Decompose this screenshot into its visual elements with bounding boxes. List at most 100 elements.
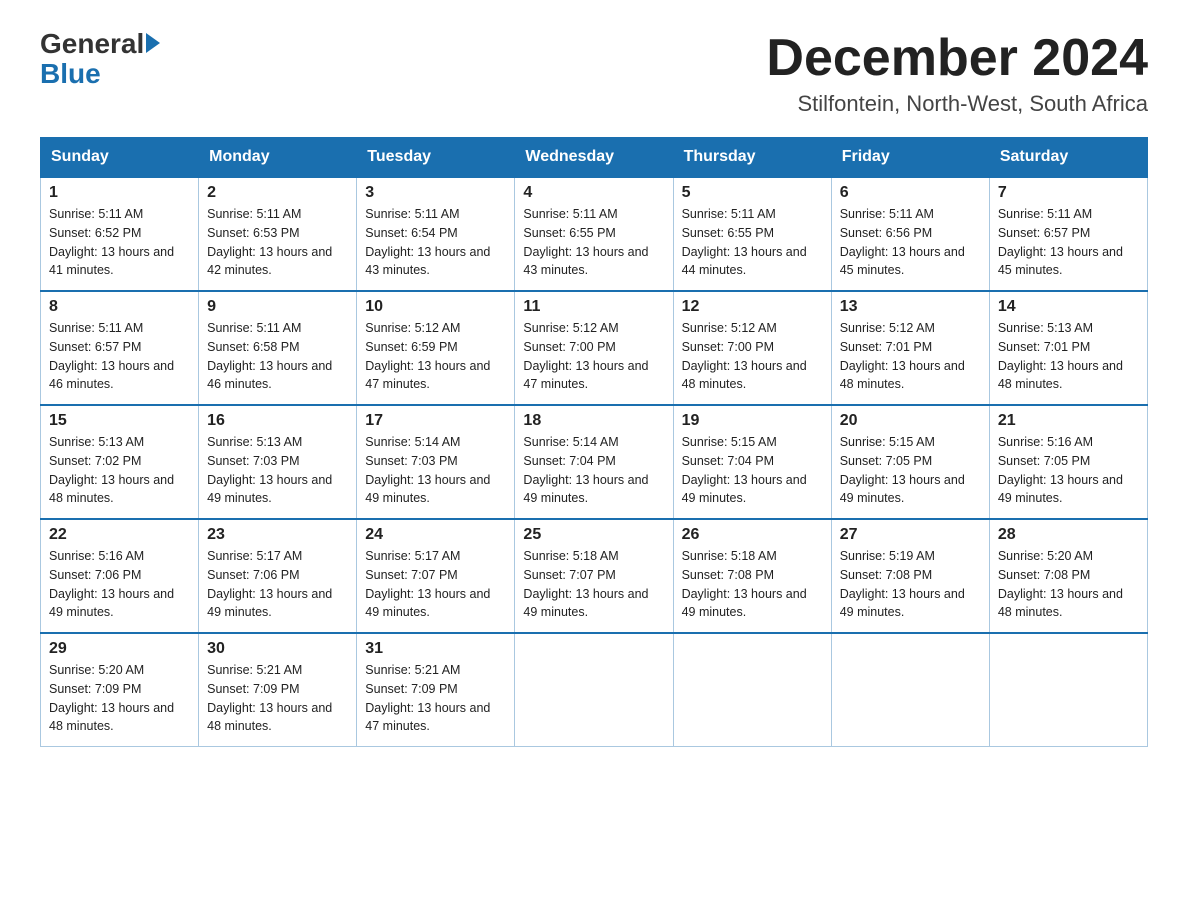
day-cell-10: 10Sunrise: 5:12 AMSunset: 6:59 PMDayligh… [357, 291, 515, 405]
empty-cell [515, 633, 673, 747]
day-number: 3 [365, 184, 506, 202]
day-info: Sunrise: 5:20 AMSunset: 7:09 PMDaylight:… [49, 663, 174, 733]
day-cell-22: 22Sunrise: 5:16 AMSunset: 7:06 PMDayligh… [41, 519, 199, 633]
day-info: Sunrise: 5:17 AMSunset: 7:07 PMDaylight:… [365, 549, 490, 619]
day-number: 13 [840, 298, 981, 316]
day-info: Sunrise: 5:18 AMSunset: 7:08 PMDaylight:… [682, 549, 807, 619]
day-cell-20: 20Sunrise: 5:15 AMSunset: 7:05 PMDayligh… [831, 405, 989, 519]
empty-cell [989, 633, 1147, 747]
day-cell-28: 28 Sunrise: 5:20 AMSunset: 7:08 PMDayligh… [989, 519, 1147, 633]
day-info: Sunrise: 5:13 AMSunset: 7:02 PMDaylight:… [49, 435, 174, 505]
day-info: Sunrise: 5:14 AMSunset: 7:03 PMDaylight:… [365, 435, 490, 505]
day-number: 31 [365, 640, 506, 658]
day-number: 27 [840, 526, 981, 544]
day-info: Sunrise: 5:15 AMSunset: 7:04 PMDaylight:… [682, 435, 807, 505]
day-number: 1 [49, 184, 190, 202]
day-info: Sunrise: 5:18 AMSunset: 7:07 PMDaylight:… [523, 549, 648, 619]
weekday-header-tuesday: Tuesday [357, 138, 515, 178]
logo: General Blue [40, 30, 160, 90]
day-cell-25: 25 Sunrise: 5:18 AMSunset: 7:07 PMDayligh… [515, 519, 673, 633]
week-row-4: 22Sunrise: 5:16 AMSunset: 7:06 PMDayligh… [41, 519, 1148, 633]
day-number: 8 [49, 298, 190, 316]
location-subtitle: Stilfontein, North-West, South Africa [766, 91, 1148, 117]
day-number: 28 [998, 526, 1139, 544]
day-cell-13: 13 Sunrise: 5:12 AMSunset: 7:01 PMDayligh… [831, 291, 989, 405]
day-cell-19: 19 Sunrise: 5:15 AMSunset: 7:04 PMDayligh… [673, 405, 831, 519]
week-row-3: 15Sunrise: 5:13 AMSunset: 7:02 PMDayligh… [41, 405, 1148, 519]
week-row-2: 8 Sunrise: 5:11 AMSunset: 6:57 PMDaylight… [41, 291, 1148, 405]
logo-arrow-icon [146, 33, 160, 53]
day-number: 14 [998, 298, 1139, 316]
week-row-5: 29 Sunrise: 5:20 AMSunset: 7:09 PMDayligh… [41, 633, 1148, 747]
day-info: Sunrise: 5:12 AMSunset: 7:00 PMDaylight:… [682, 321, 807, 391]
day-cell-29: 29 Sunrise: 5:20 AMSunset: 7:09 PMDayligh… [41, 633, 199, 747]
day-cell-18: 18Sunrise: 5:14 AMSunset: 7:04 PMDayligh… [515, 405, 673, 519]
empty-cell [831, 633, 989, 747]
day-number: 12 [682, 298, 823, 316]
day-number: 11 [523, 298, 664, 316]
day-info: Sunrise: 5:17 AMSunset: 7:06 PMDaylight:… [207, 549, 332, 619]
weekday-header-saturday: Saturday [989, 138, 1147, 178]
day-number: 4 [523, 184, 664, 202]
day-info: Sunrise: 5:13 AMSunset: 7:03 PMDaylight:… [207, 435, 332, 505]
logo-blue-text: Blue [40, 58, 160, 90]
day-info: Sunrise: 5:11 AMSunset: 6:58 PMDaylight:… [207, 321, 332, 391]
day-info: Sunrise: 5:21 AMSunset: 7:09 PMDaylight:… [207, 663, 332, 733]
day-number: 10 [365, 298, 506, 316]
day-info: Sunrise: 5:11 AMSunset: 6:55 PMDaylight:… [523, 207, 648, 277]
day-cell-7: 7 Sunrise: 5:11 AMSunset: 6:57 PMDaylight… [989, 177, 1147, 291]
day-cell-11: 11Sunrise: 5:12 AMSunset: 7:00 PMDayligh… [515, 291, 673, 405]
empty-cell [673, 633, 831, 747]
month-title: December 2024 [766, 30, 1148, 87]
weekday-header-row: SundayMondayTuesdayWednesdayThursdayFrid… [41, 138, 1148, 178]
day-number: 7 [998, 184, 1139, 202]
day-cell-14: 14 Sunrise: 5:13 AMSunset: 7:01 PMDayligh… [989, 291, 1147, 405]
day-cell-31: 31Sunrise: 5:21 AMSunset: 7:09 PMDayligh… [357, 633, 515, 747]
day-cell-8: 8 Sunrise: 5:11 AMSunset: 6:57 PMDaylight… [41, 291, 199, 405]
day-info: Sunrise: 5:11 AMSunset: 6:57 PMDaylight:… [49, 321, 174, 391]
day-info: Sunrise: 5:13 AMSunset: 7:01 PMDaylight:… [998, 321, 1123, 391]
day-number: 17 [365, 412, 506, 430]
day-number: 6 [840, 184, 981, 202]
day-cell-30: 30Sunrise: 5:21 AMSunset: 7:09 PMDayligh… [199, 633, 357, 747]
day-cell-21: 21Sunrise: 5:16 AMSunset: 7:05 PMDayligh… [989, 405, 1147, 519]
day-cell-17: 17 Sunrise: 5:14 AMSunset: 7:03 PMDayligh… [357, 405, 515, 519]
logo-general-text: General [40, 30, 144, 58]
title-block: December 2024 Stilfontein, North-West, S… [766, 30, 1148, 117]
day-info: Sunrise: 5:19 AMSunset: 7:08 PMDaylight:… [840, 549, 965, 619]
day-number: 9 [207, 298, 348, 316]
day-info: Sunrise: 5:16 AMSunset: 7:06 PMDaylight:… [49, 549, 174, 619]
calendar-table: SundayMondayTuesdayWednesdayThursdayFrid… [40, 137, 1148, 747]
day-number: 29 [49, 640, 190, 658]
day-info: Sunrise: 5:11 AMSunset: 6:54 PMDaylight:… [365, 207, 490, 277]
day-info: Sunrise: 5:15 AMSunset: 7:05 PMDaylight:… [840, 435, 965, 505]
day-cell-23: 23Sunrise: 5:17 AMSunset: 7:06 PMDayligh… [199, 519, 357, 633]
day-number: 26 [682, 526, 823, 544]
day-info: Sunrise: 5:12 AMSunset: 7:01 PMDaylight:… [840, 321, 965, 391]
day-number: 16 [207, 412, 348, 430]
day-info: Sunrise: 5:11 AMSunset: 6:55 PMDaylight:… [682, 207, 807, 277]
day-cell-6: 6 Sunrise: 5:11 AMSunset: 6:56 PMDaylight… [831, 177, 989, 291]
day-number: 2 [207, 184, 348, 202]
day-cell-15: 15Sunrise: 5:13 AMSunset: 7:02 PMDayligh… [41, 405, 199, 519]
day-number: 25 [523, 526, 664, 544]
day-cell-12: 12 Sunrise: 5:12 AMSunset: 7:00 PMDayligh… [673, 291, 831, 405]
day-cell-2: 2 Sunrise: 5:11 AMSunset: 6:53 PMDaylight… [199, 177, 357, 291]
day-cell-26: 26 Sunrise: 5:18 AMSunset: 7:08 PMDayligh… [673, 519, 831, 633]
day-cell-4: 4 Sunrise: 5:11 AMSunset: 6:55 PMDaylight… [515, 177, 673, 291]
day-number: 19 [682, 412, 823, 430]
day-info: Sunrise: 5:20 AMSunset: 7:08 PMDaylight:… [998, 549, 1123, 619]
day-info: Sunrise: 5:11 AMSunset: 6:53 PMDaylight:… [207, 207, 332, 277]
weekday-header-friday: Friday [831, 138, 989, 178]
week-row-1: 1 Sunrise: 5:11 AMSunset: 6:52 PMDaylight… [41, 177, 1148, 291]
day-cell-5: 5Sunrise: 5:11 AMSunset: 6:55 PMDaylight… [673, 177, 831, 291]
day-info: Sunrise: 5:11 AMSunset: 6:56 PMDaylight:… [840, 207, 965, 277]
day-number: 24 [365, 526, 506, 544]
day-number: 21 [998, 412, 1139, 430]
weekday-header-sunday: Sunday [41, 138, 199, 178]
weekday-header-thursday: Thursday [673, 138, 831, 178]
day-info: Sunrise: 5:11 AMSunset: 6:52 PMDaylight:… [49, 207, 174, 277]
day-cell-27: 27 Sunrise: 5:19 AMSunset: 7:08 PMDayligh… [831, 519, 989, 633]
day-cell-9: 9 Sunrise: 5:11 AMSunset: 6:58 PMDaylight… [199, 291, 357, 405]
day-info: Sunrise: 5:11 AMSunset: 6:57 PMDaylight:… [998, 207, 1123, 277]
